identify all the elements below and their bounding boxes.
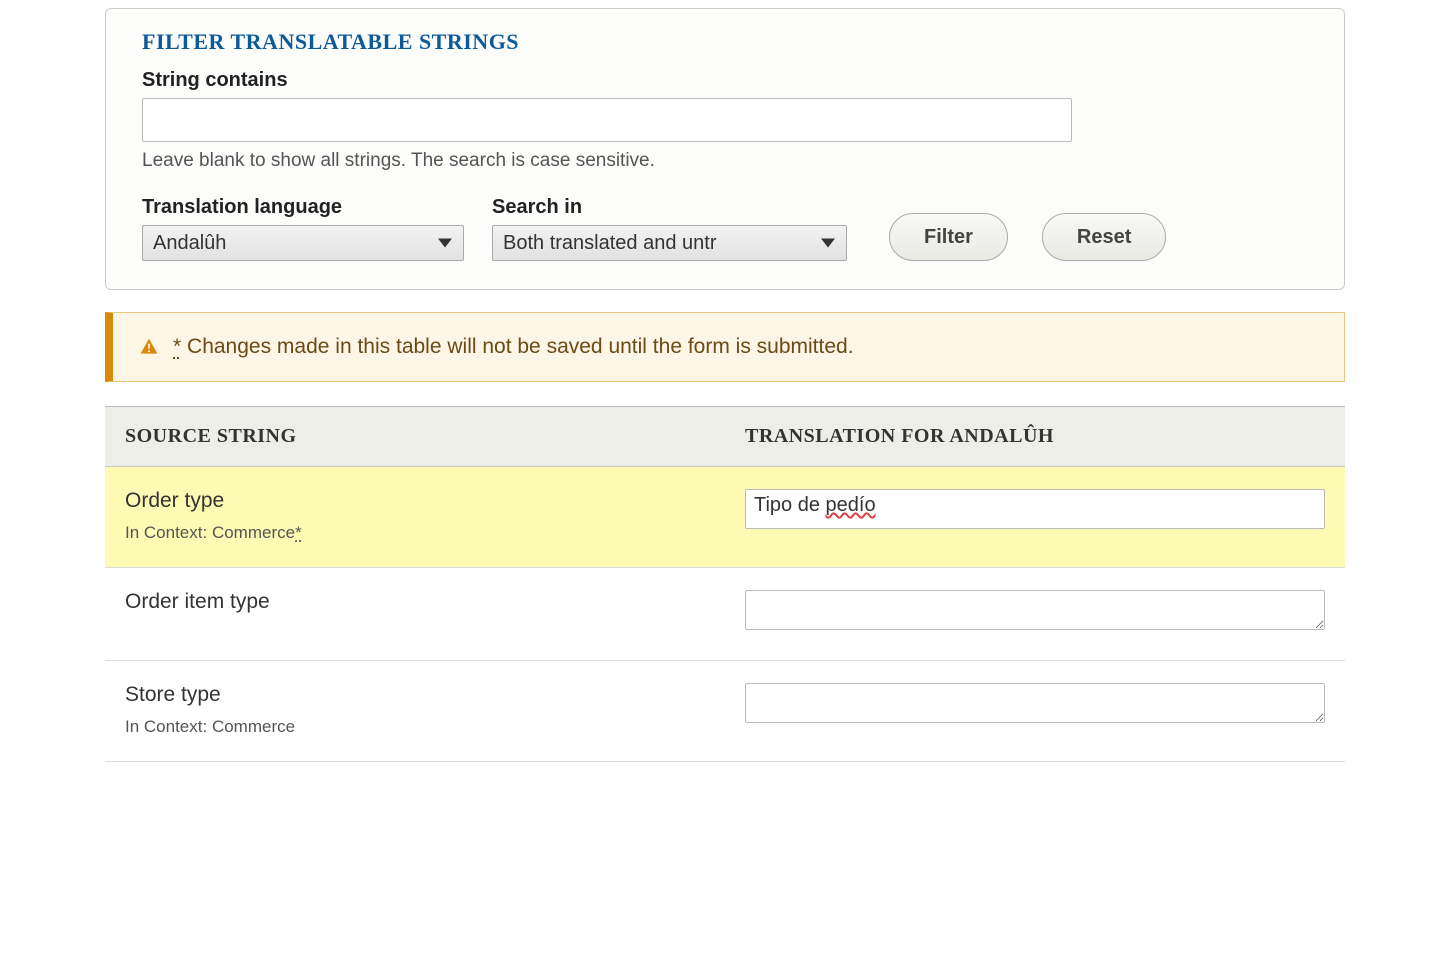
table-row: Order item type — [105, 568, 1345, 661]
warning-message: * Changes made in this table will not be… — [105, 312, 1345, 382]
filter-legend: FILTER TRANSLATABLE STRINGS — [142, 29, 1308, 55]
col-header-source: SOURCE STRING — [105, 407, 725, 467]
filter-button[interactable]: Filter — [889, 213, 1008, 261]
source-string: Order type — [125, 489, 705, 513]
filter-fieldset: FILTER TRANSLATABLE STRINGS String conta… — [105, 8, 1345, 290]
string-contains-input[interactable] — [142, 98, 1072, 142]
source-string: Store type — [125, 683, 705, 707]
translation-input[interactable] — [745, 590, 1325, 630]
warning-text: * Changes made in this table will not be… — [173, 335, 854, 359]
warning-icon — [139, 337, 159, 357]
translation-input[interactable] — [745, 683, 1325, 723]
table-row: Store type In Context: Commerce — [105, 661, 1345, 762]
table-row: Order type In Context: Commerce* Tipo de… — [105, 467, 1345, 568]
col-header-translation: TRANSLATION FOR ANDALÛH — [725, 407, 1345, 467]
string-contains-label: String contains — [142, 69, 1308, 92]
source-context: In Context: Commerce — [125, 717, 705, 737]
source-string: Order item type — [125, 590, 705, 614]
translation-language-select[interactable]: Andalûh — [142, 225, 464, 261]
string-contains-help: Leave blank to show all strings. The sea… — [142, 150, 1308, 172]
reset-button[interactable]: Reset — [1042, 213, 1166, 261]
translations-table: SOURCE STRING TRANSLATION FOR ANDALÛH Or… — [105, 406, 1345, 762]
translation-language-label: Translation language — [142, 196, 464, 219]
search-in-label: Search in — [492, 196, 847, 219]
search-in-select[interactable]: Both translated and untr — [492, 225, 847, 261]
translation-input[interactable]: Tipo de pedío — [745, 489, 1325, 529]
source-context: In Context: Commerce* — [125, 523, 705, 543]
